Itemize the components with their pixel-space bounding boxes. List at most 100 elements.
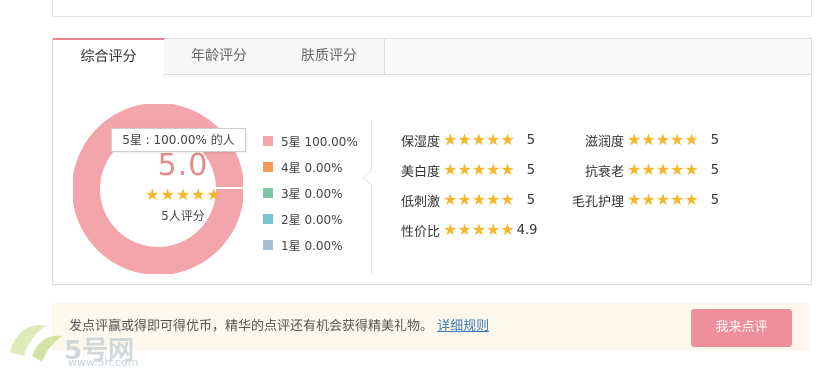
- legend-label: 2星 0.00%: [281, 212, 343, 227]
- tab-age[interactable]: 年龄评分: [164, 39, 275, 74]
- star-icon: ★: [175, 185, 191, 204]
- star-icon: ★: [471, 220, 487, 239]
- star-icon: ★: [627, 160, 642, 179]
- legend-swatch: [263, 188, 273, 198]
- rating-legend: 5星 100.00% 4星 0.00% 3星 0.00% 2星 0.00% 1星…: [263, 128, 358, 258]
- star-icon: ★: [670, 160, 685, 179]
- legend-item-5-star: 5星 100.00%: [263, 128, 358, 154]
- attr-low-irritation: 低刺激 ★ ★ ★ ★ ★ 5: [401, 190, 535, 210]
- rating-panel: 综合评分 年龄评分 肤质评分 5.0 ★ ★ ★ ★ ★ 5人评分 5星 : 1…: [52, 38, 812, 285]
- star-icon: ★: [641, 130, 656, 149]
- attr-label: 毛孔护理: [572, 194, 625, 210]
- star-icon: ★: [145, 185, 160, 204]
- rating-tabs: 综合评分 年龄评分 肤质评分: [53, 38, 811, 76]
- legend-item-2-star: 2星 0.00%: [263, 206, 358, 232]
- star-icon: ★: [500, 190, 515, 209]
- overall-stars: ★ ★ ★ ★ ★: [103, 187, 263, 203]
- star-icon: ★: [486, 190, 501, 209]
- star-icon: ★: [486, 130, 501, 149]
- star-icon: ★: [500, 160, 515, 179]
- attr-label: 抗衰老: [585, 164, 625, 180]
- attr-score: 4.9: [516, 222, 538, 238]
- attr-stars: ★ ★ ★ ★ ★: [627, 132, 699, 148]
- legend-item-1-star: 1星 0.00%: [263, 232, 358, 258]
- attr-label: 美白度: [401, 164, 441, 180]
- star-icon: ★: [471, 130, 487, 149]
- star-icon: ★: [500, 220, 515, 239]
- legend-label: 5星 100.00%: [281, 134, 358, 149]
- attr-label: 低刺激: [401, 194, 441, 210]
- rules-link[interactable]: 详细规则: [437, 319, 489, 334]
- legend-swatch: [263, 162, 273, 172]
- star-icon: ★: [443, 220, 458, 239]
- star-icon: ★: [471, 190, 487, 209]
- star-icon: ★: [457, 130, 472, 149]
- star-icon: ★: [457, 220, 472, 239]
- attr-stars: ★ ★ ★ ★ ★: [443, 162, 515, 178]
- legend-item-3-star: 3星 0.00%: [263, 180, 358, 206]
- attr-stars: ★ ★ ★ ★ ★: [443, 192, 515, 208]
- watermark-url: www.5h.com: [68, 356, 139, 369]
- legend-swatch: [263, 136, 273, 146]
- attr-anti-aging: 抗衰老 ★ ★ ★ ★ ★ 5: [585, 160, 719, 180]
- star-icon: ★: [206, 185, 221, 204]
- legend-item-4-star: 4星 0.00%: [263, 154, 358, 180]
- star-icon: ★: [684, 190, 699, 209]
- attr-pore-care: 毛孔护理 ★ ★ ★ ★ ★ 5: [572, 190, 719, 210]
- star-icon: ★: [627, 190, 642, 209]
- attr-moisturizing: 保湿度 ★ ★ ★ ★ ★ 5: [401, 130, 535, 150]
- star-icon: ★: [443, 160, 458, 179]
- attr-score: 5: [526, 192, 536, 208]
- star-icon: ★: [160, 185, 175, 204]
- site-watermark: 5号网 www.5h.com: [0, 312, 170, 369]
- legend-label: 1星 0.00%: [281, 238, 343, 253]
- attr-score: 5: [526, 162, 536, 178]
- star-icon: ★: [670, 190, 685, 209]
- attr-label: 保湿度: [401, 134, 441, 150]
- star-icon: ★: [500, 130, 515, 149]
- attr-stars: ★ ★ ★ ★ ★: [627, 192, 699, 208]
- star-icon: ★: [684, 160, 699, 179]
- write-review-button[interactable]: 我来点评: [691, 309, 792, 347]
- attr-score: 5: [710, 162, 720, 178]
- star-icon: ★: [670, 130, 685, 149]
- star-icon: ★: [486, 220, 501, 239]
- star-icon: ★: [655, 130, 671, 149]
- legend-label: 3星 0.00%: [281, 186, 343, 201]
- attr-nourishing: 滋润度 ★ ★ ★ ★ ★ 5: [585, 130, 719, 150]
- star-icon: ★: [457, 160, 472, 179]
- attr-stars: ★ ★ ★ ★ ★: [627, 162, 699, 178]
- attr-value-for-money: 性价比 ★ ★ ★ ★ ★ 4.9: [401, 220, 537, 240]
- legend-swatch: [263, 240, 273, 250]
- star-icon: ★: [627, 130, 642, 149]
- attr-stars: ★ ★ ★ ★ ★: [443, 132, 515, 148]
- donut-tooltip: 5星 : 100.00% 的人: [111, 128, 246, 152]
- star-icon: ★: [191, 185, 206, 204]
- star-icon: ★: [471, 160, 487, 179]
- overall-score: 5.0: [157, 148, 209, 183]
- leaf-logo-icon: [10, 325, 62, 362]
- star-icon: ★: [486, 160, 501, 179]
- legend-label: 4星 0.00%: [281, 160, 343, 175]
- top-section-box: [52, 0, 812, 17]
- star-icon: ★: [457, 190, 472, 209]
- attr-label: 性价比: [401, 224, 441, 240]
- attr-stars: ★ ★ ★ ★ ★: [443, 222, 515, 238]
- star-icon: ★: [641, 190, 656, 209]
- rater-count: 5人评分: [161, 209, 205, 223]
- tab-skin-type[interactable]: 肤质评分: [274, 39, 385, 74]
- attr-score: 5: [710, 192, 720, 208]
- attr-score: 5: [710, 132, 720, 148]
- star-icon: ★: [684, 130, 699, 149]
- star-icon: ★: [641, 160, 656, 179]
- star-icon: ★: [443, 130, 458, 149]
- divider-arrow: [362, 169, 379, 186]
- attr-label: 滋润度: [585, 134, 625, 150]
- star-icon: ★: [655, 190, 671, 209]
- section-divider: [371, 121, 372, 274]
- attr-score: 5: [526, 132, 536, 148]
- star-icon: ★: [655, 160, 671, 179]
- attr-whitening: 美白度 ★ ★ ★ ★ ★ 5: [401, 160, 535, 180]
- tab-overall[interactable]: 综合评分: [53, 38, 165, 76]
- legend-swatch: [263, 214, 273, 224]
